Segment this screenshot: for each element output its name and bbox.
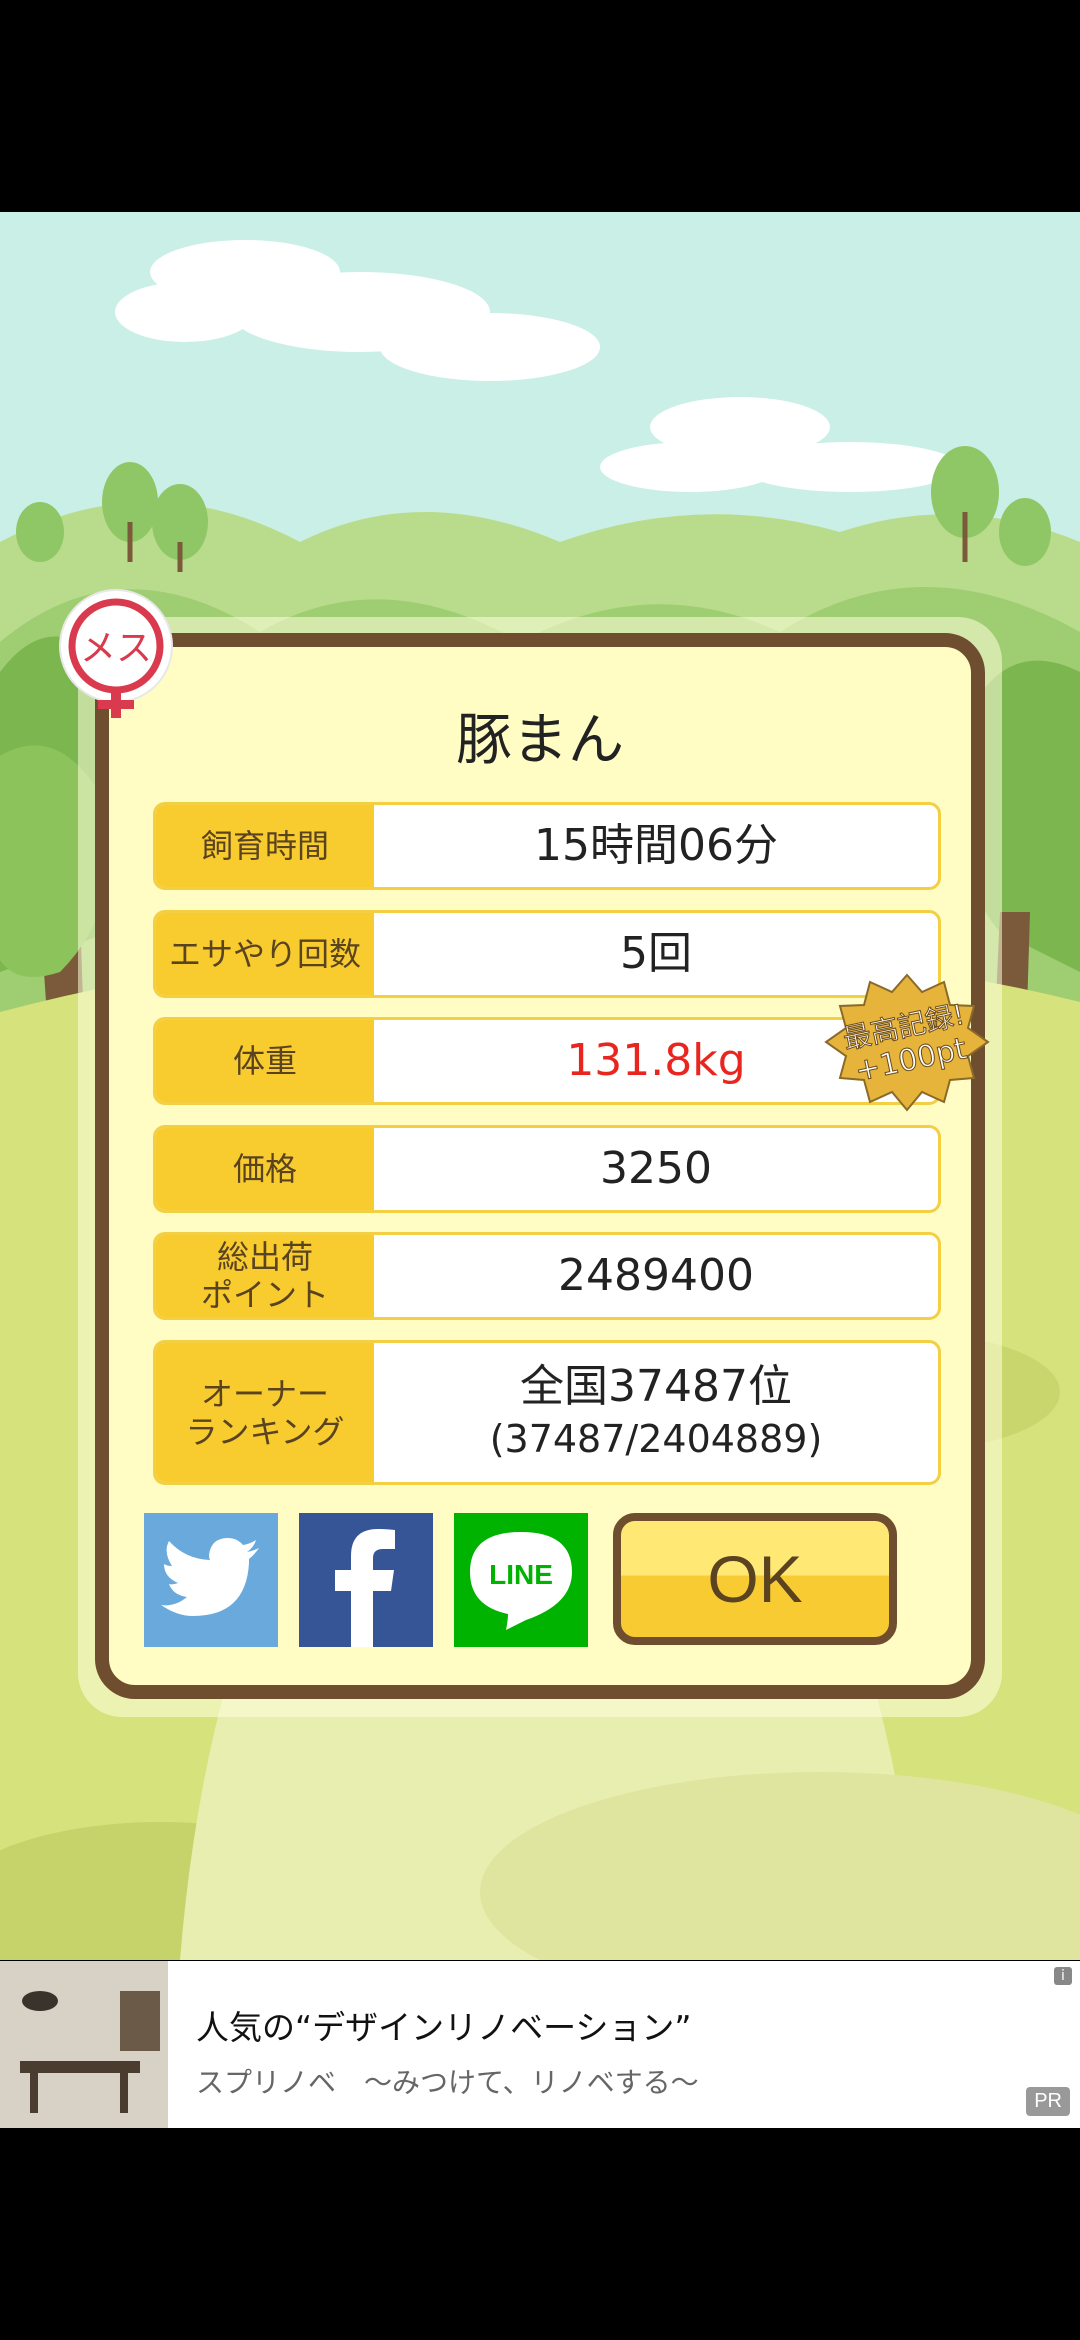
ranking-detail: (37487/2404889) xyxy=(489,1416,823,1461)
stat-label: エサやり回数 xyxy=(156,913,374,995)
facebook-f-icon xyxy=(335,1529,395,1647)
stat-value: 3250 xyxy=(600,1143,712,1194)
ad-title[interactable]: 人気の“デザインリノベーション” xyxy=(196,2001,692,2049)
female-symbol-icon: メス xyxy=(59,589,173,718)
stat-label: 体重 xyxy=(156,1020,374,1102)
ad-banner[interactable]: 人気の“デザインリノベーション” スプリノベ ～みつけて、リノベする～ i PR xyxy=(0,1961,1080,2128)
stat-row-shipping-points: 総出荷 ポイント 2489400 xyxy=(153,1232,941,1320)
ranking-national: 全国37487位 xyxy=(520,1360,792,1412)
stat-value: 2489400 xyxy=(558,1250,754,1301)
ad-subtitle[interactable]: スプリノベ ～みつけて、リノベする～ xyxy=(196,2061,699,2101)
twitter-share-button[interactable] xyxy=(144,1513,278,1647)
stat-label: 総出荷 ポイント xyxy=(156,1235,374,1317)
ad-info-icon[interactable]: i xyxy=(1054,1967,1072,1985)
stat-label: オーナー ランキング xyxy=(156,1343,374,1482)
stat-value: 15時間06分 xyxy=(534,820,778,871)
ad-pr-label: PR xyxy=(1026,2087,1070,2116)
ad-image[interactable] xyxy=(0,1961,168,2128)
line-logo-text: LINE xyxy=(489,1559,553,1590)
stat-label-line2: ランキング xyxy=(185,1412,345,1451)
stat-label: 飼育時間 xyxy=(156,805,374,887)
stat-label-line2: ポイント xyxy=(200,1276,329,1314)
line-share-button[interactable]: LINE xyxy=(454,1513,588,1647)
record-badge: 最高記録! +100pt xyxy=(822,970,992,1130)
pig-name: 豚まん xyxy=(456,708,624,773)
facebook-share-button[interactable] xyxy=(299,1513,433,1647)
line-logo-icon: LINE xyxy=(470,1532,572,1630)
ok-button[interactable]: OK xyxy=(613,1513,897,1645)
navigation-bar-area xyxy=(0,2128,1080,2340)
stat-row-feeding-time: 飼育時間 15時間06分 xyxy=(153,802,941,890)
stat-row-price: 価格 3250 xyxy=(153,1125,941,1213)
female-gender-badge: メス xyxy=(56,588,176,728)
stat-label-line1: オーナー xyxy=(200,1374,329,1413)
stat-label-line1: 総出荷 xyxy=(216,1238,313,1276)
status-bar-area xyxy=(0,0,1080,212)
stat-label: 価格 xyxy=(156,1128,374,1210)
twitter-bird-icon xyxy=(161,1538,259,1616)
stat-row-owner-ranking: オーナー ランキング 全国37487位 (37487/2404889) xyxy=(153,1340,941,1485)
gender-badge-text: メス xyxy=(80,628,152,669)
stat-value-ranking: 全国37487位 (37487/2404889) xyxy=(374,1343,938,1482)
